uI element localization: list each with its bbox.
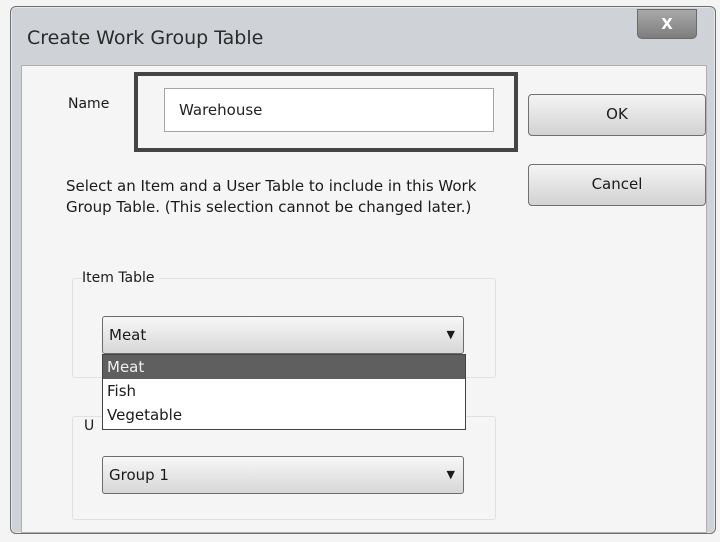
- dropdown-option-vegetable[interactable]: Vegetable: [103, 403, 465, 427]
- dropdown-option-meat[interactable]: Meat: [103, 355, 465, 379]
- ok-button[interactable]: OK: [528, 94, 706, 136]
- dialog-title: Create Work Group Table: [27, 27, 264, 49]
- close-icon: X: [661, 15, 673, 33]
- item-table-select[interactable]: Meat ▼: [102, 316, 464, 354]
- name-label: Name: [68, 96, 110, 112]
- dropdown-arrow-icon: ▼: [446, 468, 455, 481]
- item-table-dropdown-list: Meat Fish Vegetable: [102, 354, 466, 430]
- item-table-label: Item Table: [82, 270, 159, 286]
- cancel-button[interactable]: Cancel: [528, 164, 706, 206]
- dropdown-option-fish[interactable]: Fish: [103, 379, 465, 403]
- dialog-client-area: Name OK Cancel Select an Item and a User…: [21, 65, 707, 533]
- user-table-select[interactable]: Group 1 ▼: [102, 456, 464, 494]
- item-table-selected-value: Meat: [109, 326, 147, 344]
- dropdown-arrow-icon: ▼: [446, 328, 455, 341]
- instruction-text: Select an Item and a User Table to inclu…: [66, 177, 477, 216]
- name-input[interactable]: [164, 88, 494, 132]
- dialog-window: Create Work Group Table X Name OK Cancel…: [10, 6, 716, 534]
- user-table-selected-value: Group 1: [109, 466, 169, 484]
- close-button[interactable]: X: [637, 9, 697, 39]
- user-table-label: U: [84, 418, 95, 434]
